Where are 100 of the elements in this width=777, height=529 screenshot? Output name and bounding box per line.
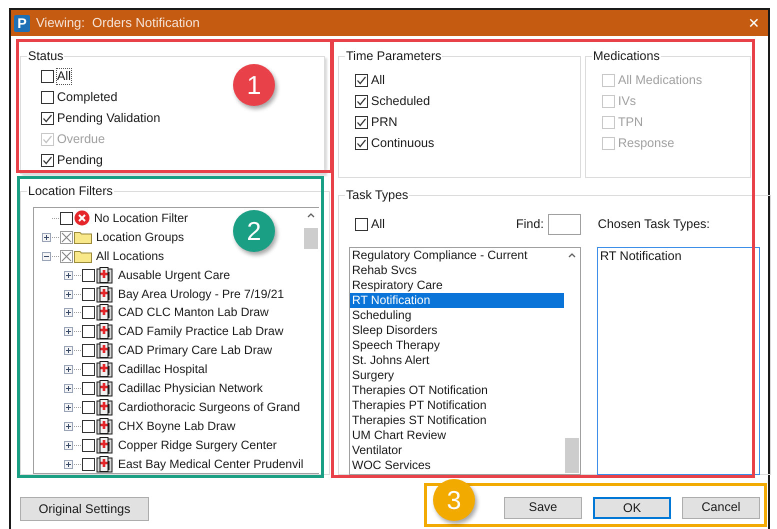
checkbox[interactable]: [41, 154, 54, 167]
checkbox-label: Completed: [57, 90, 118, 105]
error-icon: [74, 210, 90, 226]
checkbox-label: PRN: [371, 115, 398, 130]
find-field[interactable]: [548, 214, 581, 234]
tree-item[interactable]: All Locations: [96, 248, 164, 264]
tree-item[interactable]: CAD Primary Care Lab Draw: [118, 343, 272, 358]
checkbox[interactable]: [82, 325, 95, 338]
checkbox[interactable]: [82, 306, 95, 320]
list-item[interactable]: Speech Therapy: [350, 338, 564, 353]
checkbox[interactable]: [82, 438, 95, 452]
find-label: Find:: [516, 216, 544, 233]
checkbox-label: TPN: [618, 115, 643, 130]
checkbox[interactable]: [41, 70, 54, 83]
list-item[interactable]: WOC Services: [350, 458, 564, 473]
tree-item[interactable]: Bay Area Urology - Pre 7/19/21: [118, 286, 284, 302]
original-settings-button[interactable]: Original Settings: [20, 497, 149, 521]
list-item[interactable]: Sleep Disorders: [350, 323, 564, 338]
collapse-icon[interactable]: [42, 252, 51, 261]
dialog-button[interactable]: OK: [593, 496, 671, 518]
window-title: Viewing: Orders Notification: [36, 14, 200, 32]
expand-icon[interactable]: [64, 365, 73, 374]
group-title: Status: [28, 49, 64, 63]
list-item[interactable]: RT Notification: [350, 293, 564, 308]
checkbox[interactable]: [41, 91, 54, 104]
checkbox[interactable]: [60, 212, 73, 225]
checkbox[interactable]: [82, 420, 95, 433]
checkbox[interactable]: [355, 95, 368, 108]
tree-item[interactable]: Copper Ridge Surgery Center: [118, 438, 277, 453]
tree-item[interactable]: Ausable Urgent Care: [118, 268, 230, 283]
list-item[interactable]: Ventilator: [350, 443, 564, 458]
dialog-button[interactable]: Cancel: [682, 496, 760, 518]
expand-icon[interactable]: [64, 440, 73, 450]
list-item[interactable]: UM Chart Review: [350, 428, 564, 443]
expand-icon[interactable]: [64, 327, 73, 336]
list-item[interactable]: Therapies ST Notification: [350, 413, 564, 428]
expand-icon[interactable]: [64, 402, 73, 412]
tree-item[interactable]: Cadillac Hospital: [118, 362, 208, 378]
medical-building-icon: [96, 380, 114, 397]
checkbox[interactable]: [82, 458, 95, 471]
group-title: Task Types: [346, 188, 408, 202]
expand-icon[interactable]: [64, 422, 73, 431]
checkbox[interactable]: [82, 400, 95, 414]
scrollbar-thumb[interactable]: [565, 438, 579, 473]
checkbox[interactable]: [60, 230, 73, 244]
checkbox[interactable]: [355, 137, 368, 150]
group-title: Location Filters: [28, 184, 113, 198]
tree-item[interactable]: CHX Boyne Lab Draw: [118, 418, 236, 434]
checkbox-label: All: [371, 73, 385, 88]
tree-item[interactable]: Cadillac Physician Network: [118, 380, 263, 396]
list-item[interactable]: St. Johns Alert: [350, 353, 564, 368]
list-item[interactable]: Rehab Svcs: [350, 263, 564, 278]
list-item[interactable]: Therapies PT Notification: [350, 398, 564, 413]
tree-item[interactable]: East Bay Medical Center Prudenvil: [118, 456, 304, 472]
tree-item[interactable]: No Location Filter: [94, 210, 188, 226]
checkbox-label: All: [371, 216, 385, 232]
checkbox[interactable]: [60, 250, 73, 263]
expand-icon[interactable]: [64, 270, 73, 280]
list-item[interactable]: RT Notification: [598, 249, 759, 264]
checkbox[interactable]: [41, 112, 54, 125]
checkbox[interactable]: [82, 363, 95, 376]
list-item[interactable]: Surgery: [350, 368, 564, 383]
medical-building-icon: [96, 286, 114, 302]
tree-item[interactable]: Location Groups: [96, 230, 184, 245]
checkbox[interactable]: [355, 74, 368, 87]
checkbox[interactable]: [82, 268, 95, 282]
checkbox-label: Pending: [57, 153, 103, 168]
dialog-button[interactable]: Save: [504, 496, 582, 518]
list-item[interactable]: Therapies OT Notification: [350, 383, 564, 398]
medical-building-icon: [96, 418, 114, 435]
list-item[interactable]: Regulatory Compliance - Current: [350, 248, 564, 263]
checkbox-label: Response: [618, 136, 674, 151]
checkbox[interactable]: [82, 288, 95, 300]
medical-building-icon: [96, 323, 114, 340]
close-button[interactable]: ✕: [748, 15, 760, 31]
list-item[interactable]: Respiratory Care: [350, 278, 564, 293]
checkbox-label: All: [57, 69, 71, 84]
medical-building-icon: [96, 361, 114, 378]
expand-icon[interactable]: [64, 290, 73, 298]
tree-item[interactable]: CAD Family Practice Lab Draw: [118, 324, 284, 340]
checkbox-label: Overdue: [57, 132, 105, 147]
checkbox-label: Pending Validation: [57, 111, 160, 126]
expand-icon[interactable]: [64, 384, 73, 393]
expand-icon[interactable]: [42, 232, 51, 242]
list-item[interactable]: Scheduling: [350, 308, 564, 323]
chosen-task-types-label: Chosen Task Types:: [598, 216, 710, 233]
folder-icon: [74, 230, 92, 244]
expand-icon[interactable]: [64, 346, 73, 356]
checkbox[interactable]: [82, 344, 95, 358]
expand-icon[interactable]: [64, 460, 73, 469]
medical-building-icon: [96, 436, 114, 454]
tree-item[interactable]: Cardiothoracic Surgeons of Grand: [118, 400, 300, 415]
checkbox[interactable]: [355, 116, 368, 129]
medical-building-icon: [96, 342, 114, 360]
checkbox[interactable]: [82, 382, 95, 395]
checkbox[interactable]: [355, 218, 368, 230]
expand-icon[interactable]: [64, 308, 73, 318]
tree-item[interactable]: CAD CLC Manton Lab Draw: [118, 305, 269, 320]
folder-icon: [74, 249, 92, 264]
scrollbar-thumb[interactable]: [304, 228, 318, 249]
